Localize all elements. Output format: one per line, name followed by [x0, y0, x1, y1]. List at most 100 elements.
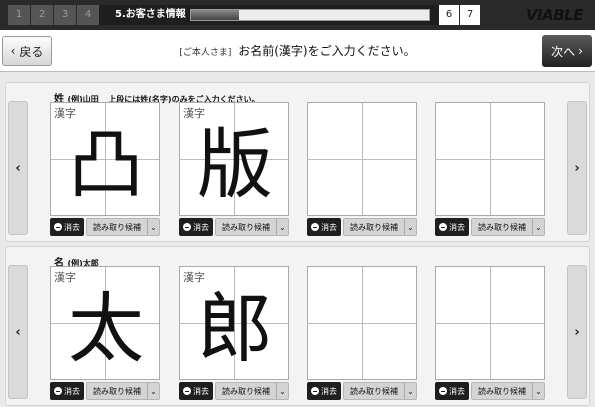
- handwriting-cell: 消去 読み取り候補 ⌄: [307, 266, 417, 400]
- clear-label: 消去: [321, 386, 337, 396]
- chevron-down-icon: ⌄: [147, 219, 159, 235]
- chevron-left-icon: ‹: [15, 160, 21, 176]
- chevron-down-icon: ⌄: [276, 383, 288, 399]
- scroll-right-button[interactable]: ›: [567, 265, 587, 399]
- page-title: [ご本人さま] お名前(漢字)をご入力ください。: [60, 30, 535, 72]
- chevron-right-icon: ›: [578, 44, 583, 58]
- cell-toolbar: 消去 読み取り候補 ⌄: [435, 218, 545, 236]
- minus-circle-icon: [54, 387, 62, 395]
- minus-circle-icon: [311, 223, 319, 231]
- cell-toolbar: 消去 読み取り候補 ⌄: [179, 218, 289, 236]
- clear-button[interactable]: 消去: [179, 218, 213, 236]
- recognized-character: 版: [197, 120, 273, 209]
- chevron-down-icon: ⌄: [532, 219, 544, 235]
- cell-toolbar: 消去 読み取り候補 ⌄: [50, 382, 160, 400]
- clear-button[interactable]: 消去: [307, 218, 341, 236]
- cell-toolbar: 消去 読み取り候補 ⌄: [50, 218, 160, 236]
- progress-track: [190, 9, 430, 21]
- clear-button[interactable]: 消去: [50, 218, 84, 236]
- candidate-dropdown[interactable]: 読み取り候補 ⌄: [86, 382, 160, 400]
- candidate-label: 読み取り候補: [478, 386, 526, 396]
- clear-label: 消去: [193, 222, 209, 232]
- clear-button[interactable]: 消去: [179, 382, 213, 400]
- next-button-label: 次へ: [551, 44, 576, 59]
- minus-circle-icon: [439, 223, 447, 231]
- step-6: 6: [439, 5, 459, 25]
- minus-circle-icon: [183, 387, 191, 395]
- handwriting-pad[interactable]: [435, 266, 545, 380]
- candidate-label: 読み取り候補: [350, 222, 398, 232]
- handwriting-cell: 漢字 凸 消去 読み取り候補 ⌄: [50, 102, 160, 236]
- candidate-dropdown[interactable]: 読み取り候補 ⌄: [343, 218, 417, 236]
- handwriting-cell: 漢字 郎 消去 読み取り候補 ⌄: [179, 266, 289, 400]
- handwriting-cell: 消去 読み取り候補 ⌄: [435, 102, 545, 236]
- applicant-tag: [ご本人さま]: [179, 48, 232, 58]
- step-7: 7: [460, 5, 480, 25]
- recognized-character: 太: [68, 284, 144, 373]
- chevron-down-icon: ⌄: [404, 219, 416, 235]
- recognized-character: 郎: [197, 284, 273, 373]
- handwriting-pad[interactable]: 漢字 郎: [179, 266, 289, 380]
- clear-button[interactable]: 消去: [50, 382, 84, 400]
- handwriting-cell: 消去 読み取り候補 ⌄: [435, 266, 545, 400]
- candidate-dropdown[interactable]: 読み取り候補 ⌄: [215, 382, 289, 400]
- cell-toolbar: 消去 読み取り候補 ⌄: [435, 382, 545, 400]
- handwriting-pad[interactable]: [307, 102, 417, 216]
- chevron-down-icon: ⌄: [276, 219, 288, 235]
- chevron-left-icon: ‹: [10, 44, 16, 58]
- cell-toolbar: 消去 読み取り候補 ⌄: [179, 382, 289, 400]
- back-button[interactable]: ‹ 戻る: [2, 36, 52, 66]
- step-1: 1: [8, 5, 30, 25]
- handwriting-cell: 漢字 版 消去 読み取り候補 ⌄: [179, 102, 289, 236]
- candidate-dropdown[interactable]: 読み取り候補 ⌄: [215, 218, 289, 236]
- clear-label: 消去: [321, 222, 337, 232]
- handwriting-pad[interactable]: 漢字 凸: [50, 102, 160, 216]
- handwriting-pad[interactable]: [307, 266, 417, 380]
- scroll-left-button[interactable]: ‹: [8, 101, 28, 235]
- clear-label: 消去: [64, 386, 80, 396]
- scroll-left-button[interactable]: ‹: [8, 265, 28, 399]
- minus-circle-icon: [183, 223, 191, 231]
- step-current-label: 5.お客さま情報: [115, 9, 186, 20]
- clear-label: 消去: [449, 386, 465, 396]
- candidate-label: 読み取り候補: [222, 222, 270, 232]
- clear-button[interactable]: 消去: [435, 218, 469, 236]
- chevron-left-icon: ‹: [15, 324, 21, 340]
- candidate-label: 読み取り候補: [93, 386, 141, 396]
- scroll-right-button[interactable]: ›: [567, 101, 587, 235]
- minus-circle-icon: [54, 223, 62, 231]
- candidate-dropdown[interactable]: 読み取り候補 ⌄: [343, 382, 417, 400]
- handwriting-pad[interactable]: 漢字 版: [179, 102, 289, 216]
- step-2: 2: [31, 5, 53, 25]
- back-button-label: 戻る: [19, 44, 44, 59]
- given-name-section: 名 (例)太郎 ‹ 漢字 太 消去 読み取り候補 ⌄ 漢字 郎 消去 読み取り候補…: [5, 246, 590, 406]
- recognized-character: 凸: [68, 120, 144, 209]
- handwriting-cell: 漢字 太 消去 読み取り候補 ⌄: [50, 266, 160, 400]
- step-3: 3: [54, 5, 76, 25]
- clear-label: 消去: [64, 222, 80, 232]
- candidate-dropdown[interactable]: 読み取り候補 ⌄: [86, 218, 160, 236]
- chevron-right-icon: ›: [574, 160, 580, 176]
- progress-fill: [191, 10, 239, 20]
- chevron-right-icon: ›: [574, 324, 580, 340]
- candidate-label: 読み取り候補: [222, 386, 270, 396]
- surname-section: 姓 (例)山田 上段には姓(名字)のみをご入力ください。 ‹ 漢字 凸 消去 読…: [5, 82, 590, 242]
- minus-circle-icon: [311, 387, 319, 395]
- handwriting-pad[interactable]: [435, 102, 545, 216]
- clear-label: 消去: [449, 222, 465, 232]
- handwriting-pad[interactable]: 漢字 太: [50, 266, 160, 380]
- prompt-text: お名前(漢字)をご入力ください。: [238, 44, 416, 58]
- candidate-label: 読み取り候補: [478, 222, 526, 232]
- clear-button[interactable]: 消去: [435, 382, 469, 400]
- candidate-dropdown[interactable]: 読み取り候補 ⌄: [471, 382, 545, 400]
- next-button[interactable]: 次へ ›: [542, 35, 592, 67]
- candidate-label: 読み取り候補: [350, 386, 398, 396]
- page-header: ‹ 戻る [ご本人さま] お名前(漢字)をご入力ください。 次へ ›: [0, 30, 595, 72]
- chevron-down-icon: ⌄: [404, 383, 416, 399]
- clear-button[interactable]: 消去: [307, 382, 341, 400]
- chevron-down-icon: ⌄: [532, 383, 544, 399]
- step-4: 4: [77, 5, 99, 25]
- cell-toolbar: 消去 読み取り候補 ⌄: [307, 218, 417, 236]
- candidate-dropdown[interactable]: 読み取り候補 ⌄: [471, 218, 545, 236]
- brand-logo: VIABLE: [525, 6, 584, 24]
